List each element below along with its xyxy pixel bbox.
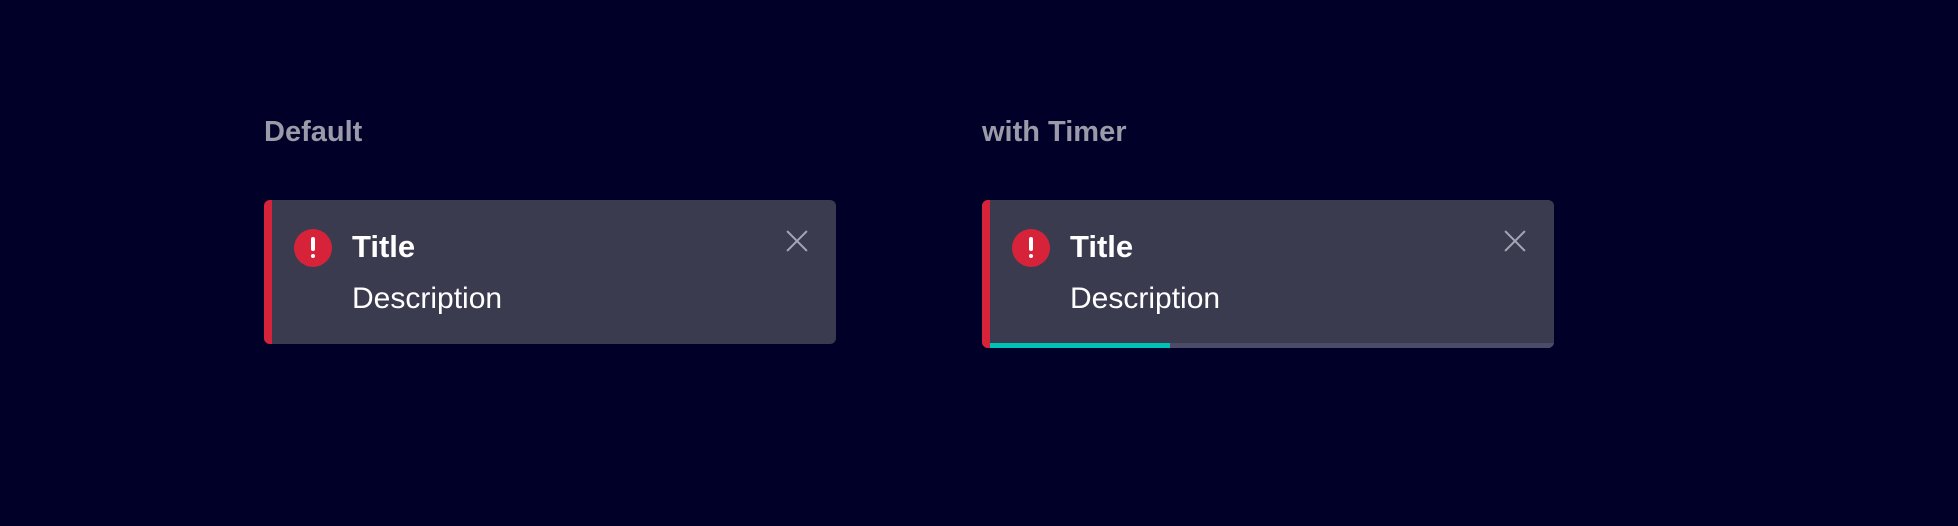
close-icon[interactable] <box>782 226 812 256</box>
section-label-default: Default <box>264 116 363 148</box>
toast-with-timer: Title Description <box>982 200 1554 348</box>
section-label-timer: with Timer <box>982 116 1127 148</box>
danger-accent-bar <box>982 200 990 348</box>
toast-title: Title <box>1070 229 1134 264</box>
toast-description: Description <box>352 282 503 315</box>
danger-accent-bar <box>264 200 272 344</box>
timer-progress-fill <box>990 343 1171 348</box>
alert-circle-icon <box>1012 229 1050 267</box>
timer-progress-track <box>990 343 1554 348</box>
toast-default: Title Description <box>264 200 836 344</box>
toast-description: Description <box>1070 282 1221 315</box>
alert-circle-icon <box>294 229 332 267</box>
toast-title: Title <box>352 229 416 264</box>
close-icon[interactable] <box>1500 226 1530 256</box>
